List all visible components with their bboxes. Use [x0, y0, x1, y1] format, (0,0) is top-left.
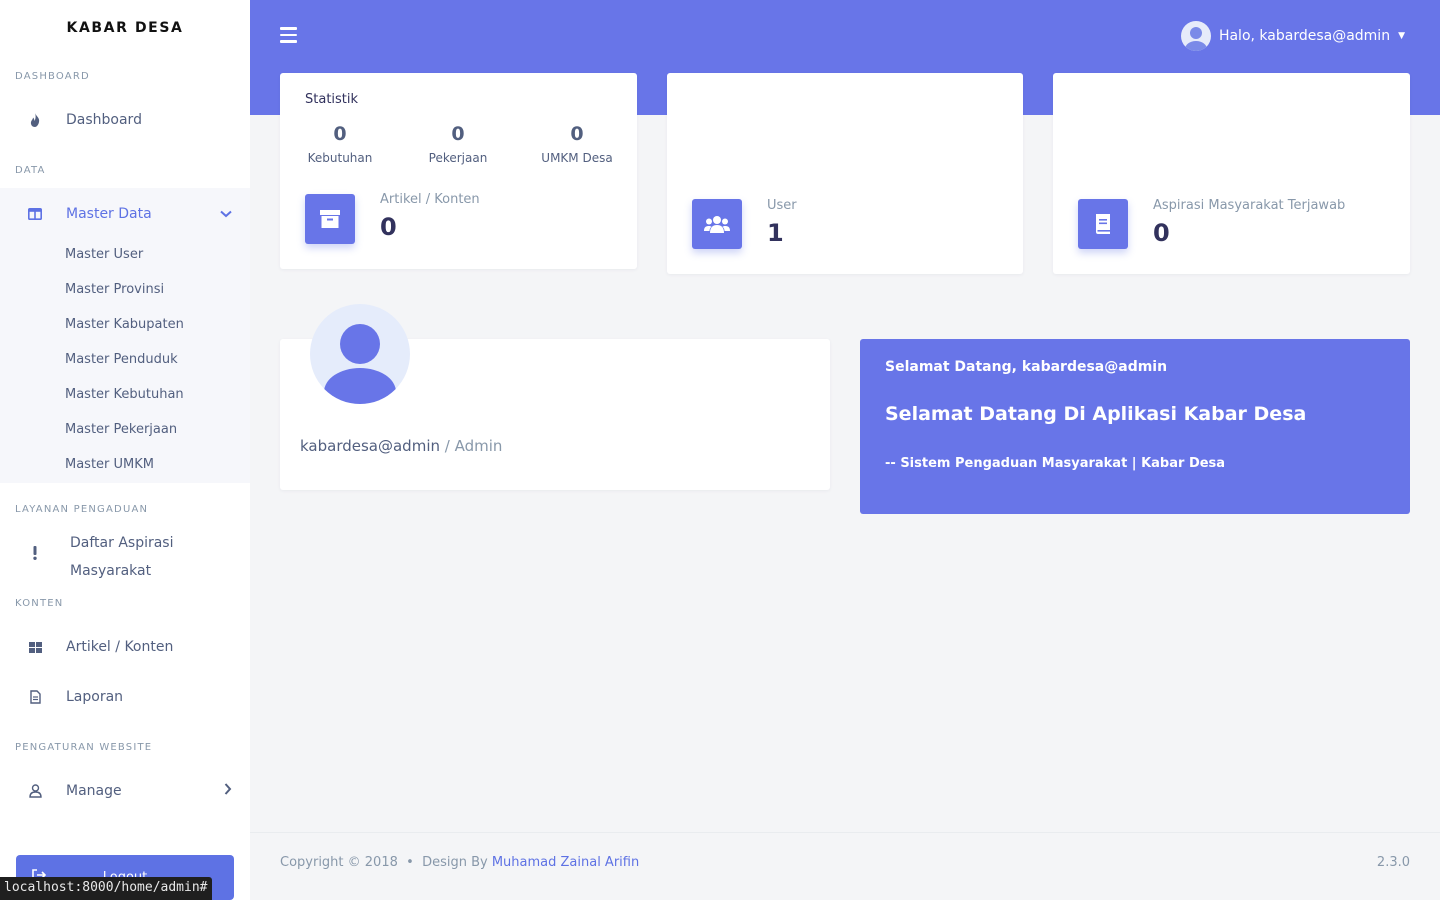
archive-icon [305, 194, 355, 244]
stat-kebutuhan: 0 Kebutuhan [280, 123, 400, 165]
fire-icon [26, 111, 44, 129]
section-title-konten: KONTEN [15, 598, 64, 609]
sidebar-subitem-master-user[interactable]: Master User [65, 247, 143, 262]
metric-value: 0 [1153, 219, 1170, 247]
author-link[interactable]: Muhamad Zainal Arifin [492, 855, 639, 870]
sidebar-item-laporan[interactable]: Laporan [0, 677, 250, 717]
sidebar-subitem-master-provinsi[interactable]: Master Provinsi [65, 282, 164, 297]
sidebar-subitem-master-umkm[interactable]: Master UMKM [65, 457, 154, 472]
sidebar-item-label: Master Data [66, 206, 152, 222]
stat-value: 0 [570, 123, 584, 145]
sidebar-item-label: Artikel / Konten [66, 639, 174, 655]
profile-role: / Admin [440, 437, 503, 455]
table-icon [26, 205, 44, 223]
sidebar-item-label: Daftar Aspirasi Masyarakat [70, 529, 173, 585]
welcome-subtitle: -- Sistem Pengaduan Masyarakat | Kabar D… [885, 456, 1226, 471]
exclamation-icon [26, 544, 44, 562]
grid-icon [26, 638, 44, 656]
metric-value: 0 [380, 213, 397, 241]
version-label: 2.3.0 [1376, 855, 1410, 870]
sidebar-subitem-master-pekerjaan[interactable]: Master Pekerjaan [65, 422, 177, 437]
footer: Copyright © 2018 • Design By Muhamad Zai… [250, 832, 1440, 900]
sidebar-subitem-master-kabupaten[interactable]: Master Kabupaten [65, 317, 184, 332]
sidebar-item-label: Dashboard [66, 112, 142, 128]
users-icon [692, 199, 742, 249]
sidebar-item-label: Laporan [66, 689, 124, 705]
metric-label: User [767, 198, 797, 213]
user-icon [26, 782, 44, 800]
metric-label: Artikel / Konten [380, 192, 480, 207]
chevron-right-icon [224, 783, 232, 799]
stat-label: Kebutuhan [307, 151, 373, 165]
avatar [310, 304, 410, 404]
profile-username: kabardesa@admin [300, 437, 440, 455]
sidebar-item-master-data[interactable]: Master Data [0, 194, 250, 234]
sidebar-item-label-line2: Masyarakat [70, 563, 152, 579]
stat-umkm: 0 UMKM Desa [517, 123, 637, 165]
stat-pekerjaan: 0 Pekerjaan [398, 123, 518, 165]
sidebar: KABAR DESA DASHBOARD Dashboard DATA Mast… [0, 0, 250, 900]
sidebar-subitem-master-kebutuhan[interactable]: Master Kebutuhan [65, 387, 184, 402]
metric-label: Aspirasi Masyarakat Terjawab [1153, 198, 1346, 213]
card-title: Statistik [305, 92, 359, 107]
sidebar-item-label: Manage [66, 783, 122, 799]
sidebar-item-manage[interactable]: Manage [0, 771, 250, 811]
user-menu[interactable]: Halo, kabardesa@admin ▼ [1180, 21, 1405, 51]
chevron-down-icon [220, 207, 232, 222]
caret-down-icon: ▼ [1398, 31, 1405, 41]
copyright-text: Copyright © 2018 • Design By [280, 855, 492, 870]
aspirasi-card: Aspirasi Masyarakat Terjawab 0 [1053, 73, 1410, 274]
sidebar-item-artikel[interactable]: Artikel / Konten [0, 627, 250, 667]
stat-value: 0 [451, 123, 465, 145]
stat-label: UMKM Desa [541, 151, 613, 165]
stat-value: 0 [333, 123, 347, 145]
user-greeting: Halo, kabardesa@admin [1218, 28, 1391, 44]
menu-toggle-icon[interactable] [280, 27, 298, 43]
welcome-card: Selamat Datang, kabardesa@admin Selamat … [860, 339, 1410, 514]
sidebar-item-dashboard[interactable]: Dashboard [0, 100, 250, 140]
footer-copyright: Copyright © 2018 • Design By Muhamad Zai… [280, 855, 639, 870]
user-card: User 1 [667, 73, 1023, 274]
metric-value: 1 [767, 219, 784, 247]
book-icon [1078, 199, 1128, 249]
section-title-data: DATA [15, 165, 46, 176]
section-title-layanan: LAYANAN PENGADUAN [15, 504, 149, 515]
profile-name: kabardesa@admin / Admin [300, 437, 502, 455]
avatar [1180, 21, 1211, 51]
statistik-card: Statistik 0 Kebutuhan 0 Pekerjaan 0 UMKM… [280, 73, 637, 269]
stat-label: Pekerjaan [428, 151, 488, 165]
welcome-greeting: Selamat Datang, kabardesa@admin [885, 359, 1168, 375]
brand-logo[interactable]: KABAR DESA [0, 20, 250, 36]
welcome-title: Selamat Datang Di Aplikasi Kabar Desa [885, 403, 1307, 425]
status-bar-url: localhost:8000/home/admin# [0, 877, 212, 900]
section-title-pengaturan: PENGATURAN WEBSITE [15, 742, 153, 753]
sidebar-item-daftar-aspirasi[interactable]: Daftar Aspirasi Masyarakat [0, 526, 250, 580]
section-title-dashboard: DASHBOARD [15, 71, 90, 82]
sidebar-item-label-line1: Daftar Aspirasi [70, 535, 174, 551]
sidebar-subitem-master-penduduk[interactable]: Master Penduduk [65, 352, 178, 367]
file-icon [26, 688, 44, 706]
